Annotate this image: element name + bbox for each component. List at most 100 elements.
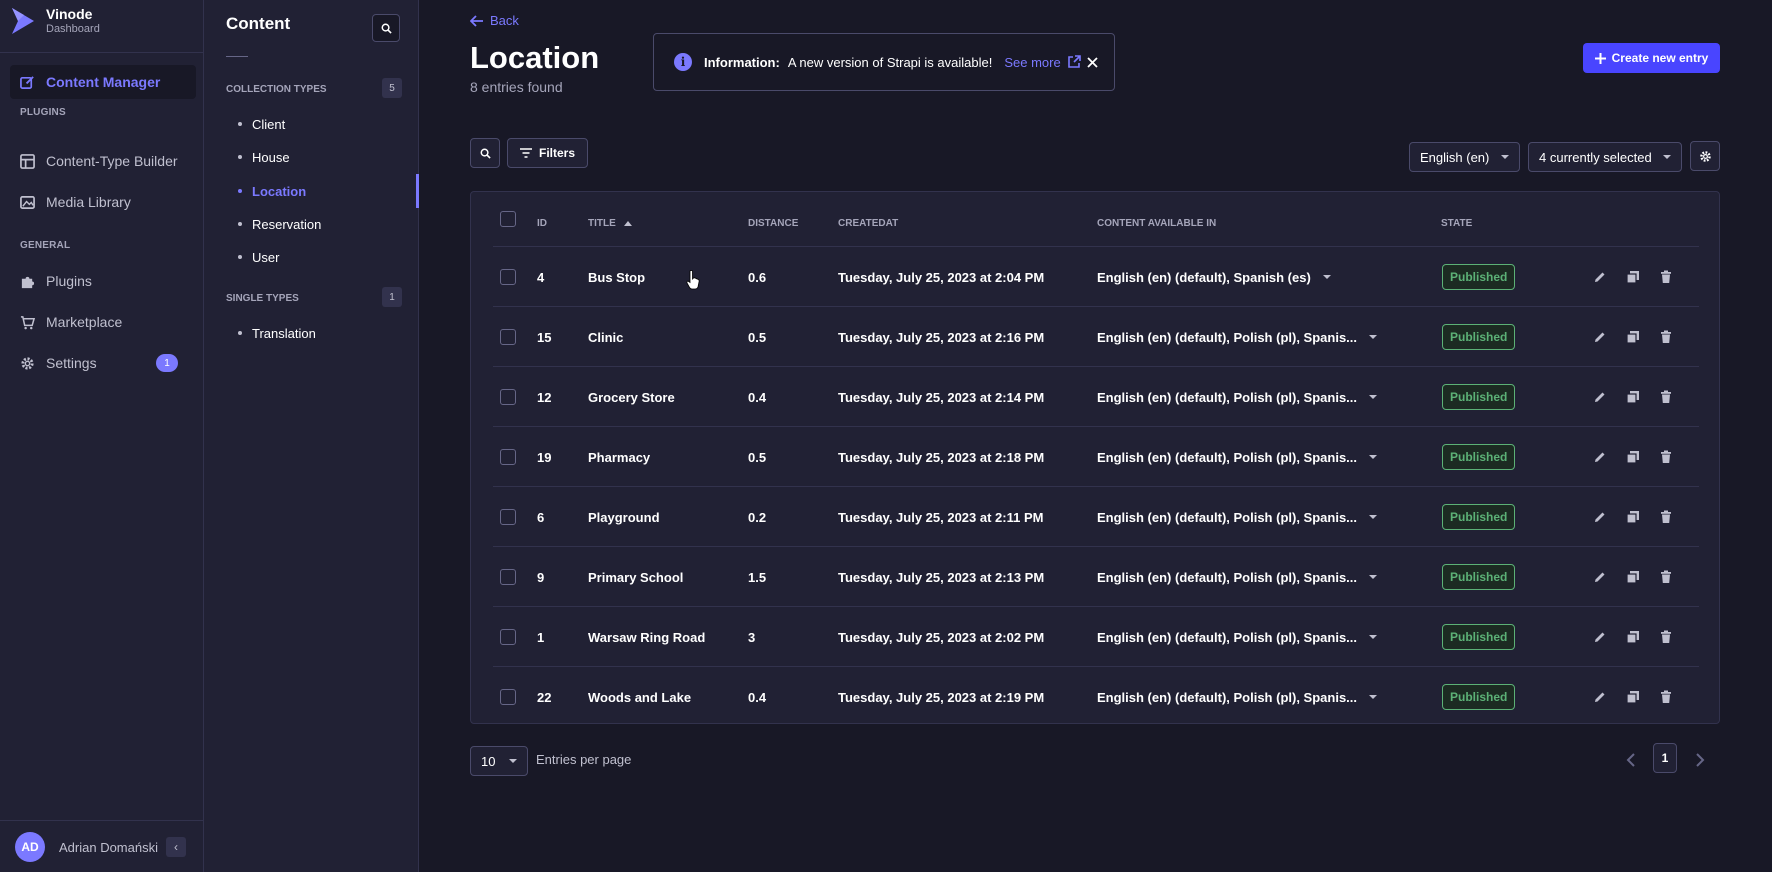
edit-pencil-icon[interactable] <box>1593 450 1607 464</box>
trash-icon[interactable] <box>1659 450 1673 464</box>
table-row[interactable]: 15 Clinic 0.5 Tuesday, July 25, 2023 at 2:1… <box>493 306 1699 366</box>
cell-title: Playground <box>588 509 660 525</box>
nav-label: Plugins <box>46 273 92 289</box>
single-types-count: 1 <box>382 287 402 307</box>
row-checkbox[interactable] <box>500 487 516 547</box>
notice-see-more-link[interactable]: See more <box>1004 55 1081 70</box>
duplicate-icon[interactable] <box>1626 630 1640 644</box>
column-header-id[interactable]: ID <box>537 218 547 229</box>
column-header-createdat[interactable]: CREATEDAT <box>838 218 898 229</box>
nav-settings[interactable]: Settings 1 <box>10 346 196 380</box>
previous-page-button[interactable] <box>1620 745 1640 775</box>
subnav-item-house[interactable]: House <box>238 145 419 169</box>
cell-content-available[interactable]: English (en) (default), Polish (pl), Spa… <box>1097 607 1378 667</box>
cell-content-available[interactable]: English (en) (default), Polish (pl), Spa… <box>1097 487 1378 547</box>
trash-icon[interactable] <box>1659 390 1673 404</box>
entries-per-page-select[interactable]: 10 <box>470 746 528 776</box>
subnav-item-client[interactable]: Client <box>238 112 419 136</box>
subnav-item-translation[interactable]: Translation <box>238 321 419 345</box>
edit-pencil-icon[interactable] <box>1593 390 1607 404</box>
subnav-search-button[interactable] <box>372 14 400 42</box>
column-header-distance[interactable]: DISTANCE <box>748 218 798 229</box>
row-checkbox[interactable] <box>500 547 516 607</box>
table-row[interactable]: 9 Primary School 1.5 Tuesday, July 25, 2023… <box>493 546 1699 606</box>
row-checkbox[interactable] <box>500 427 516 487</box>
user-profile[interactable]: AD Adrian Domański <box>15 832 158 862</box>
edit-pencil-icon[interactable] <box>1593 570 1607 584</box>
duplicate-icon[interactable] <box>1626 690 1640 704</box>
trash-icon[interactable] <box>1659 270 1673 284</box>
edit-pencil-icon[interactable] <box>1593 330 1607 344</box>
cell-distance: 0.4 <box>748 689 767 705</box>
table-row[interactable]: 6 Playground 0.2 Tuesday, July 25, 2023 at … <box>493 486 1699 546</box>
duplicate-icon[interactable] <box>1626 330 1640 344</box>
select-all-checkbox[interactable] <box>500 211 516 227</box>
table-row[interactable]: 12 Grocery Store 0.4 Tuesday, July 25, 2023… <box>493 366 1699 426</box>
edit-pencil-icon[interactable] <box>1593 510 1607 524</box>
trash-icon[interactable] <box>1659 630 1673 644</box>
locale-select[interactable]: English (en) <box>1409 142 1520 172</box>
cell-content-available[interactable]: English (en) (default), Polish (pl), Spa… <box>1097 427 1378 487</box>
table-settings-button[interactable] <box>1690 141 1720 171</box>
status-badge: Published <box>1442 444 1516 470</box>
entries-count: 8 entries found <box>470 79 563 95</box>
trash-icon[interactable] <box>1659 690 1673 704</box>
table-row[interactable]: 19 Pharmacy 0.5 Tuesday, July 25, 2023 at 2… <box>493 426 1699 486</box>
nav-plugins[interactable]: Plugins <box>10 264 196 298</box>
duplicate-icon[interactable] <box>1626 270 1640 284</box>
subnav-item-user[interactable]: User <box>238 245 419 269</box>
nav-content-manager[interactable]: Content Manager <box>10 65 196 99</box>
brand[interactable]: Vinode Dashboard <box>10 6 100 36</box>
filters-button[interactable]: Filters <box>507 138 588 168</box>
columns-select[interactable]: 4 currently selected <box>1528 142 1682 172</box>
row-actions <box>1593 667 1673 727</box>
subnav-item-reservation[interactable]: Reservation <box>238 212 419 236</box>
cell-content-available[interactable]: English (en) (default), Polish (pl), Spa… <box>1097 367 1378 427</box>
page-number-button[interactable]: 1 <box>1653 743 1677 773</box>
next-page-button[interactable] <box>1690 745 1710 775</box>
edit-pencil-icon[interactable] <box>1593 270 1607 284</box>
gear-icon <box>1699 150 1711 162</box>
cell-content-available[interactable]: English (en) (default), Polish (pl), Spa… <box>1097 307 1378 367</box>
row-checkbox[interactable] <box>500 247 516 307</box>
close-notice-button[interactable] <box>1087 52 1098 73</box>
column-header-state[interactable]: STATE <box>1441 218 1472 229</box>
duplicate-icon[interactable] <box>1626 570 1640 584</box>
duplicate-icon[interactable] <box>1626 390 1640 404</box>
columns-value: 4 currently selected <box>1539 149 1652 165</box>
back-link[interactable]: Back <box>470 13 519 28</box>
edit-pencil-icon[interactable] <box>1593 690 1607 704</box>
trash-icon[interactable] <box>1659 330 1673 344</box>
create-new-entry-button[interactable]: Create new entry <box>1583 43 1720 73</box>
nav-media-library[interactable]: Media Library <box>10 185 196 219</box>
row-checkbox[interactable] <box>500 307 516 367</box>
nav-content-type-builder[interactable]: Content-Type Builder <box>10 144 196 178</box>
table-search-button[interactable] <box>470 138 500 168</box>
status-badge: Published <box>1442 504 1516 530</box>
table-row[interactable]: 1 Warsaw Ring Road 3 Tuesday, July 25, 2023… <box>493 606 1699 666</box>
duplicate-icon[interactable] <box>1626 450 1640 464</box>
row-checkbox[interactable] <box>500 367 516 427</box>
cell-content-available[interactable]: English (en) (default), Polish (pl), Spa… <box>1097 667 1378 727</box>
edit-pencil-icon[interactable] <box>1593 630 1607 644</box>
trash-icon[interactable] <box>1659 510 1673 524</box>
column-header-title[interactable]: TITLE <box>588 218 632 229</box>
cell-id: 4 <box>537 269 545 285</box>
cell-distance: 0.4 <box>748 389 767 405</box>
collapse-nav-button[interactable]: ‹ <box>166 837 186 857</box>
duplicate-icon[interactable] <box>1626 510 1640 524</box>
row-checkbox[interactable] <box>500 667 516 727</box>
subnav-item-location[interactable]: Location <box>238 179 419 203</box>
cell-createdat: Tuesday, July 25, 2023 at 2:16 PM <box>838 329 1045 345</box>
collection-types-label: COLLECTION TYPES <box>226 84 327 95</box>
trash-icon[interactable] <box>1659 570 1673 584</box>
table-row[interactable]: 4 Bus Stop 0.6 Tuesday, July 25, 2023 at 2:… <box>493 246 1699 306</box>
caret-down-icon <box>509 759 517 763</box>
nav-marketplace[interactable]: Marketplace <box>10 305 196 339</box>
entries-table: ID TITLE DISTANCE CREATEDAT CONTENT AVAI… <box>470 191 1720 724</box>
table-row[interactable]: 22 Woods and Lake 0.4 Tuesday, July 25, 202… <box>493 666 1699 726</box>
row-checkbox[interactable] <box>500 607 516 667</box>
cell-content-available[interactable]: English (en) (default), Polish (pl), Spa… <box>1097 547 1378 607</box>
cell-content-available[interactable]: English (en) (default), Spanish (es) <box>1097 247 1331 307</box>
status-badge: Published <box>1442 624 1516 650</box>
